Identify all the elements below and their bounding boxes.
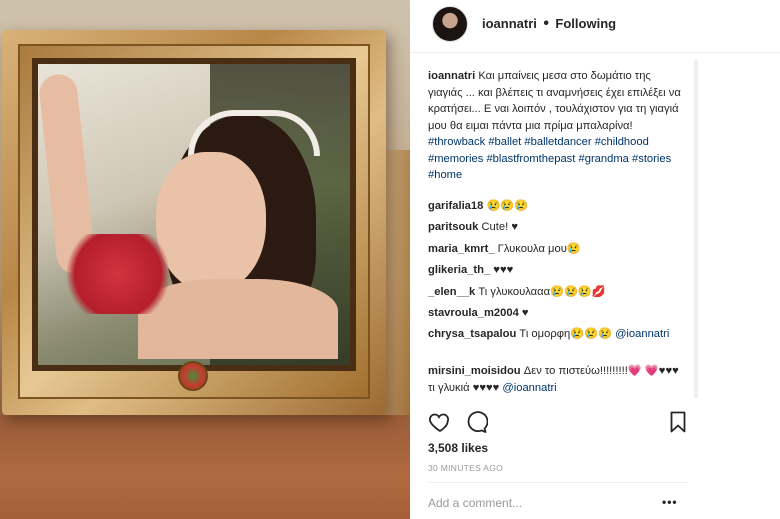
comment-icon[interactable] <box>464 410 488 434</box>
likes-count[interactable]: 3,508 likes <box>428 441 488 455</box>
photo-frame-inner <box>18 44 370 399</box>
comment-username[interactable]: paritsouk <box>428 221 478 233</box>
comment-text: 😢😢😢 <box>486 200 529 212</box>
post-caption: ioannatri Και μπαίνεις μεσα στο δωμάτιο … <box>428 68 688 184</box>
hashtag[interactable]: #childhood <box>595 136 649 148</box>
comments-scrollbar[interactable] <box>694 60 698 398</box>
comment-username[interactable]: garifalia18 <box>428 200 483 212</box>
comment-mention[interactable]: @ioannatri <box>615 328 669 340</box>
hashtag[interactable]: #home <box>428 169 462 181</box>
hashtag[interactable]: #balletdancer <box>524 136 591 148</box>
comment-username[interactable]: glikeria_th_ <box>428 264 490 276</box>
post-side-panel: ioannatri • Following ioannatri Και μπαί… <box>410 0 780 519</box>
comment-item: garifalia18 😢😢😢 <box>428 198 688 215</box>
hashtag[interactable]: #throwback <box>428 136 485 148</box>
bookmark-icon[interactable] <box>666 410 690 434</box>
comment-item: stavroula_m2004 ♥ <box>428 305 688 322</box>
framed-picture <box>38 64 350 365</box>
comment-item: paritsouk Cute! ♥ <box>428 219 688 236</box>
hashtag[interactable]: #stories <box>632 153 671 165</box>
photo-frame <box>2 30 386 415</box>
comment-item: maria_kmrt_ Γλυκουλα μου😢 <box>428 241 688 258</box>
header-line: ioannatri • Following <box>482 15 616 33</box>
post-photo[interactable] <box>0 0 410 519</box>
comment-username[interactable]: _elen__k <box>428 286 475 298</box>
post-header: ioannatri • Following <box>410 0 780 53</box>
comment-text: ♥♥♥ <box>493 264 514 276</box>
comment-username[interactable]: stavroula_m2004 <box>428 307 519 319</box>
comment-item: chrysa_tsapalou Τι ομορφη😢😢😢 @ioannatri <box>428 326 688 343</box>
frame-emblem <box>178 361 208 391</box>
comment-item: _elen__k Τι γλυκουλααα😢😢😢💋 <box>428 284 688 301</box>
hashtag[interactable]: #memories <box>428 153 483 165</box>
ellipsis-icon[interactable]: ••• <box>662 495 678 509</box>
photo-frame-mat <box>32 58 356 371</box>
comment-username[interactable]: maria_kmrt_ <box>428 243 495 255</box>
comment-text: Γλυκουλα μου😢 <box>497 243 581 255</box>
actions-divider <box>428 482 688 483</box>
hashtag[interactable]: #blastfromthepast <box>486 153 575 165</box>
comment-text: Τι γλυκουλααα😢😢😢💋 <box>478 286 606 298</box>
picture-red-tutu <box>58 234 178 314</box>
comment-item: mirsini_moisidou Δεν το πιστεύω!!!!!!!!!… <box>428 363 688 396</box>
comment-username[interactable]: chrysa_tsapalou <box>428 328 516 340</box>
header-separator: • <box>543 15 549 32</box>
hashtag[interactable]: #grandma <box>579 153 629 165</box>
following-button[interactable]: Following <box>555 16 616 31</box>
comment-text: ♥ <box>521 307 529 319</box>
comment-item: glikeria_th_ ♥♥♥ <box>428 262 688 279</box>
post-actions: 3,508 likes 30 MINUTES AGO Add a comment… <box>410 402 780 512</box>
comments-list[interactable]: ioannatri Και μπαίνεις μεσα στο δωμάτιο … <box>410 60 688 398</box>
hashtag[interactable]: #ballet <box>488 136 521 148</box>
photo-table-surface <box>0 415 410 519</box>
comment-text: Cute! ♥ <box>481 221 518 233</box>
post-timestamp: 30 MINUTES AGO <box>428 463 504 473</box>
header-username[interactable]: ioannatri <box>482 16 537 31</box>
heart-icon[interactable] <box>428 410 452 434</box>
comment-mention[interactable]: @ioannatri <box>502 382 556 394</box>
comment-text: Τι ομορφη😢😢😢 <box>519 328 612 340</box>
caption-username[interactable]: ioannatri <box>428 70 475 82</box>
add-comment-field[interactable]: Add a comment... <box>428 496 522 510</box>
comment-username[interactable]: mirsini_moisidou <box>428 365 521 377</box>
avatar[interactable] <box>432 6 468 42</box>
